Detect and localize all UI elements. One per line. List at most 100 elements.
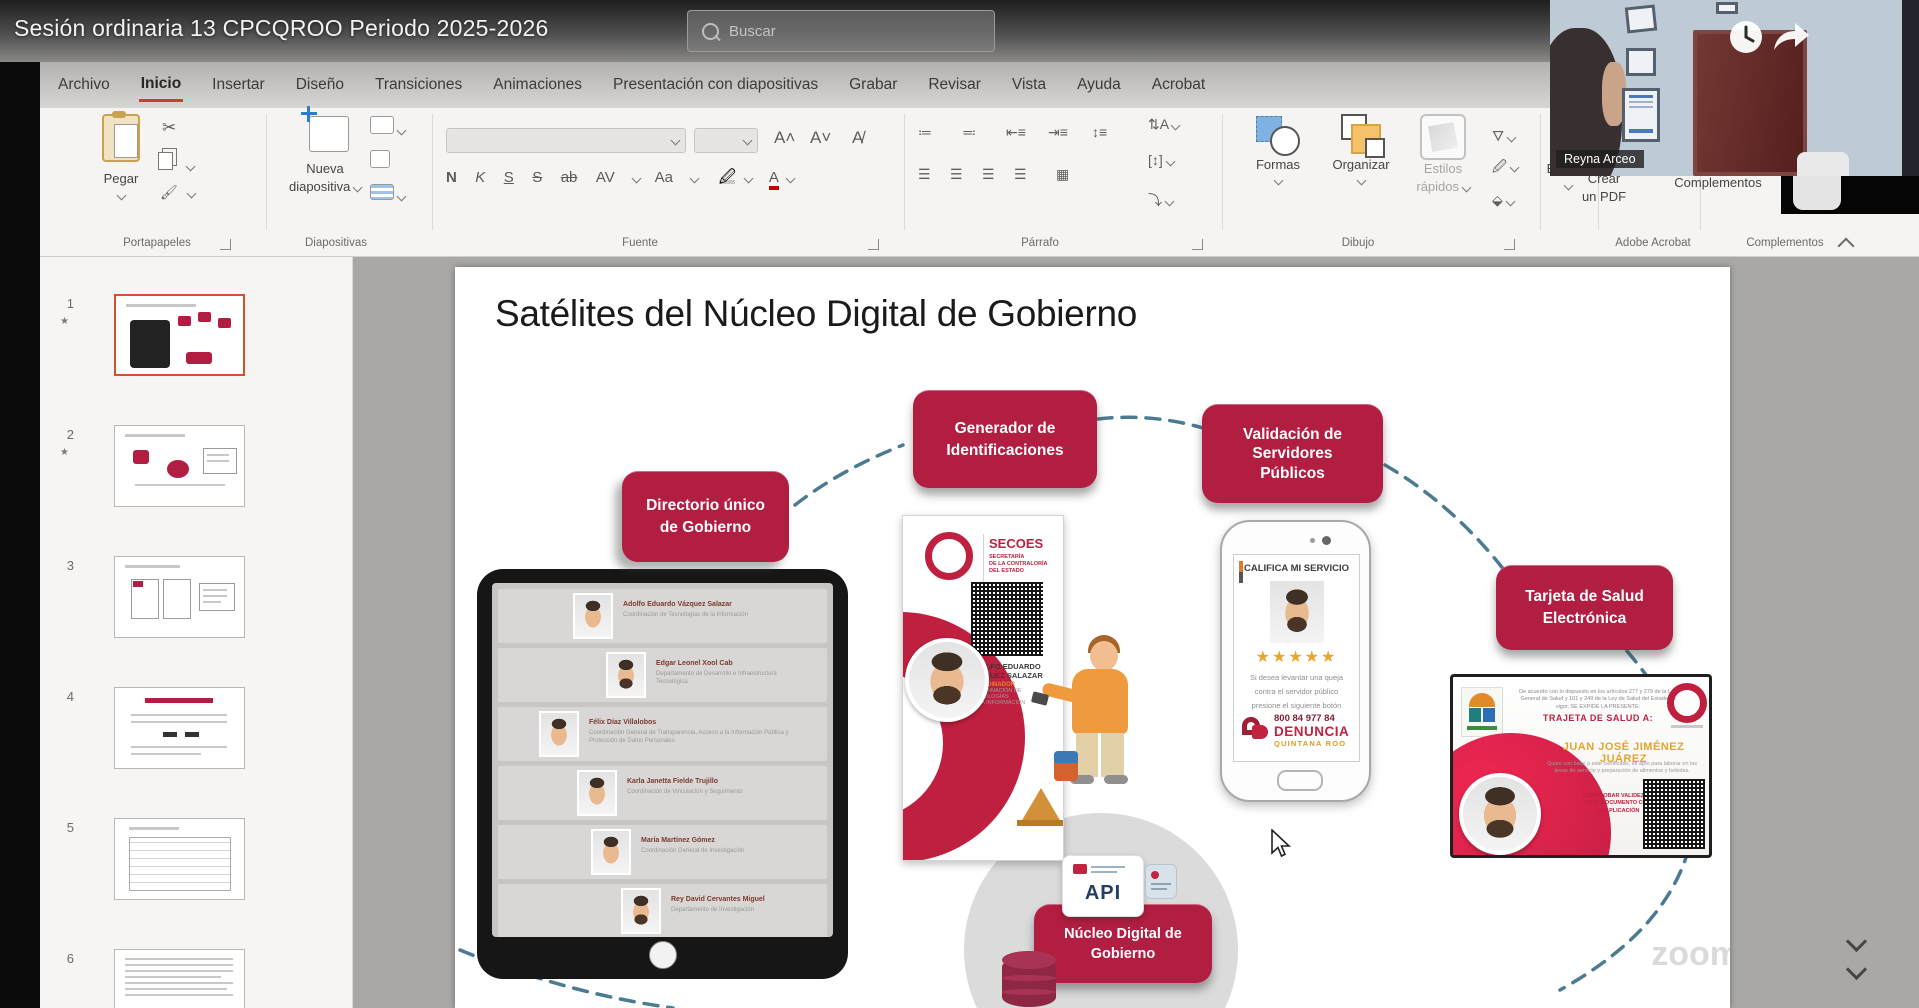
align-right-button[interactable]: ☰ (982, 166, 995, 183)
tab-acrobat[interactable]: Acrobat (1150, 70, 1207, 100)
tab-inicio[interactable]: Inicio (139, 69, 183, 102)
list-item[interactable]: Edgar Leonel Xool Cab Departamento de De… (498, 648, 827, 702)
bold-button[interactable]: N (446, 169, 457, 186)
slide-canvas[interactable]: Satélites del Núcleo Digital de Gobierno… (455, 267, 1730, 1008)
dialog-launcher-icon[interactable] (220, 239, 231, 250)
tab-insertar[interactable]: Insertar (210, 70, 267, 100)
quick-styles-button[interactable]: Estilos rápidos (1408, 114, 1478, 195)
slide-thumbnail-4[interactable] (114, 687, 245, 769)
char-spacing-button[interactable]: AV (596, 169, 615, 186)
list-item[interactable]: Rey David Cervantes Miguel Departamento … (498, 884, 827, 937)
increase-font-button[interactable]: A˄ (774, 128, 795, 148)
paste-button[interactable]: Pegar (88, 114, 154, 199)
cut-button[interactable]: ✂ (162, 118, 176, 138)
italic-button[interactable]: K (475, 169, 485, 186)
tab-diseno[interactable]: Diseño (294, 70, 346, 100)
align-left-button[interactable]: ☰ (918, 166, 931, 183)
search-input[interactable]: Buscar (687, 10, 995, 52)
font-color-button[interactable]: A (769, 169, 779, 190)
shadow-button[interactable]: ab (561, 169, 578, 186)
node-generador[interactable]: Generador de Identificaciones (913, 390, 1097, 488)
tab-archivo[interactable]: Archivo (56, 70, 112, 100)
new-slide-button[interactable]: Nueva diapositiva (280, 112, 370, 195)
chevron-down-icon (690, 174, 700, 184)
tab-transiciones[interactable]: Transiciones (373, 70, 464, 100)
tab-ayuda[interactable]: Ayuda (1075, 70, 1123, 100)
tab-revisar[interactable]: Revisar (926, 70, 983, 100)
section-button[interactable] (370, 184, 405, 205)
numbered-list-button[interactable]: ≕ (962, 124, 976, 141)
arrange-button[interactable]: Organizar (1322, 114, 1400, 184)
chevron-down-icon (1171, 121, 1181, 131)
shape-effects-button[interactable]: ⬙ (1492, 192, 1514, 209)
node-tarjeta[interactable]: Tarjeta de Salud Electrónica (1496, 565, 1673, 650)
text-direction-button[interactable]: ⇅A (1148, 116, 1179, 133)
highlight-color-button[interactable]: 🖉 (719, 166, 735, 184)
list-item[interactable]: Félix Díaz Villalobos Coordinación Gener… (498, 707, 827, 761)
copy-button[interactable] (158, 152, 194, 175)
slide-thumbnail-5[interactable] (114, 818, 245, 900)
list-item[interactable]: Karla Janetta Fielde Trujillo Coordinaci… (498, 766, 827, 820)
phone-screen: CALIFICA MI SERVICIO ★★★★★ Si desea leva… (1233, 554, 1360, 762)
change-case-button[interactable]: Aa (655, 169, 673, 186)
clear-format-button[interactable]: A̸ (852, 128, 863, 148)
tab-grabar[interactable]: Grabar (847, 70, 899, 100)
dialog-launcher-icon[interactable] (1192, 239, 1203, 250)
section-icon (370, 184, 394, 200)
slide-thumbnail-6[interactable] (114, 949, 245, 1008)
person-role: Coordinación de Tecnologías de la Inform… (623, 612, 773, 620)
strikethrough-button[interactable]: S (532, 169, 542, 186)
share-icon[interactable] (1770, 20, 1812, 54)
chevron-down-icon (744, 174, 754, 184)
align-text-button[interactable]: [↕] (1148, 152, 1174, 168)
chevron-down-icon (786, 174, 796, 184)
shapes-button[interactable]: Formas (1246, 114, 1310, 184)
pyramid-icon (1017, 820, 1064, 826)
slide-thumbnail-2[interactable] (114, 425, 245, 507)
next-slide-chevron-icon[interactable] (1846, 959, 1867, 980)
secondary-video-tile (1781, 176, 1919, 214)
bullet-list-button[interactable]: ≔ (918, 124, 938, 141)
underline-button[interactable]: S (504, 169, 514, 186)
reset-slide-button[interactable] (370, 150, 390, 173)
database-icon (1002, 957, 1056, 1007)
justify-button[interactable]: ☰ (1014, 166, 1027, 183)
font-name-select[interactable] (446, 128, 686, 153)
rating-stars[interactable]: ★★★★★ (1234, 647, 1359, 667)
person-role: Coordinación General de Transparencia, A… (589, 730, 799, 746)
increase-indent-button[interactable]: ⇥≡ (1048, 124, 1068, 141)
dialog-launcher-icon[interactable] (868, 239, 879, 250)
shape-fill-button[interactable]: 🜄 (1492, 120, 1515, 149)
tab-presentacion[interactable]: Presentación con diapositivas (611, 70, 820, 100)
list-item[interactable]: Adolfo Eduardo Vázquez Salazar Coordinac… (498, 589, 827, 643)
shape-outline-button[interactable]: 🖉 (1492, 156, 1518, 180)
smartart-button[interactable]: ⤵ (1148, 190, 1173, 210)
slide-thumbnail-3[interactable] (114, 556, 245, 638)
line-spacing-button[interactable]: ↕≡ (1092, 124, 1107, 140)
addins-button-label: Complementos (1658, 174, 1778, 192)
dialog-launcher-icon[interactable] (1504, 239, 1515, 250)
slide-layout-button[interactable] (370, 116, 405, 139)
watch-later-icon[interactable] (1727, 18, 1765, 56)
qr-code (1643, 779, 1705, 849)
tab-vista[interactable]: Vista (1010, 70, 1048, 100)
font-size-select[interactable] (694, 128, 758, 153)
addins-button[interactable]: Complementos (1658, 174, 1778, 192)
search-placeholder: Buscar (729, 23, 776, 40)
issued-to-label: TRAJETA DE SALUD A: (1509, 713, 1687, 723)
decrease-font-button[interactable]: A˅ (810, 128, 831, 148)
next-slide-chevron-icon[interactable] (1846, 931, 1867, 952)
list-item[interactable]: María Martínez Gómez Coordinación Genera… (498, 825, 827, 879)
chevron-down-icon (397, 192, 407, 202)
tab-animaciones[interactable]: Animaciones (491, 70, 584, 100)
columns-button[interactable]: ▦ (1056, 166, 1069, 183)
align-center-button[interactable]: ☰ (950, 166, 963, 183)
wall-frame (1625, 5, 1658, 34)
node-validacion[interactable]: Validación de Servidores Públicos (1202, 404, 1383, 503)
decrease-indent-button[interactable]: ⇤≡ (1006, 124, 1026, 141)
reset-icon (370, 150, 390, 168)
slide-thumbnail-1[interactable] (114, 294, 245, 376)
node-directorio[interactable]: Directorio único de Gobierno (622, 471, 789, 562)
phone-body-text: Si desea levantar una queja (1234, 673, 1359, 682)
format-painter-button[interactable]: 🖌 (160, 184, 195, 202)
